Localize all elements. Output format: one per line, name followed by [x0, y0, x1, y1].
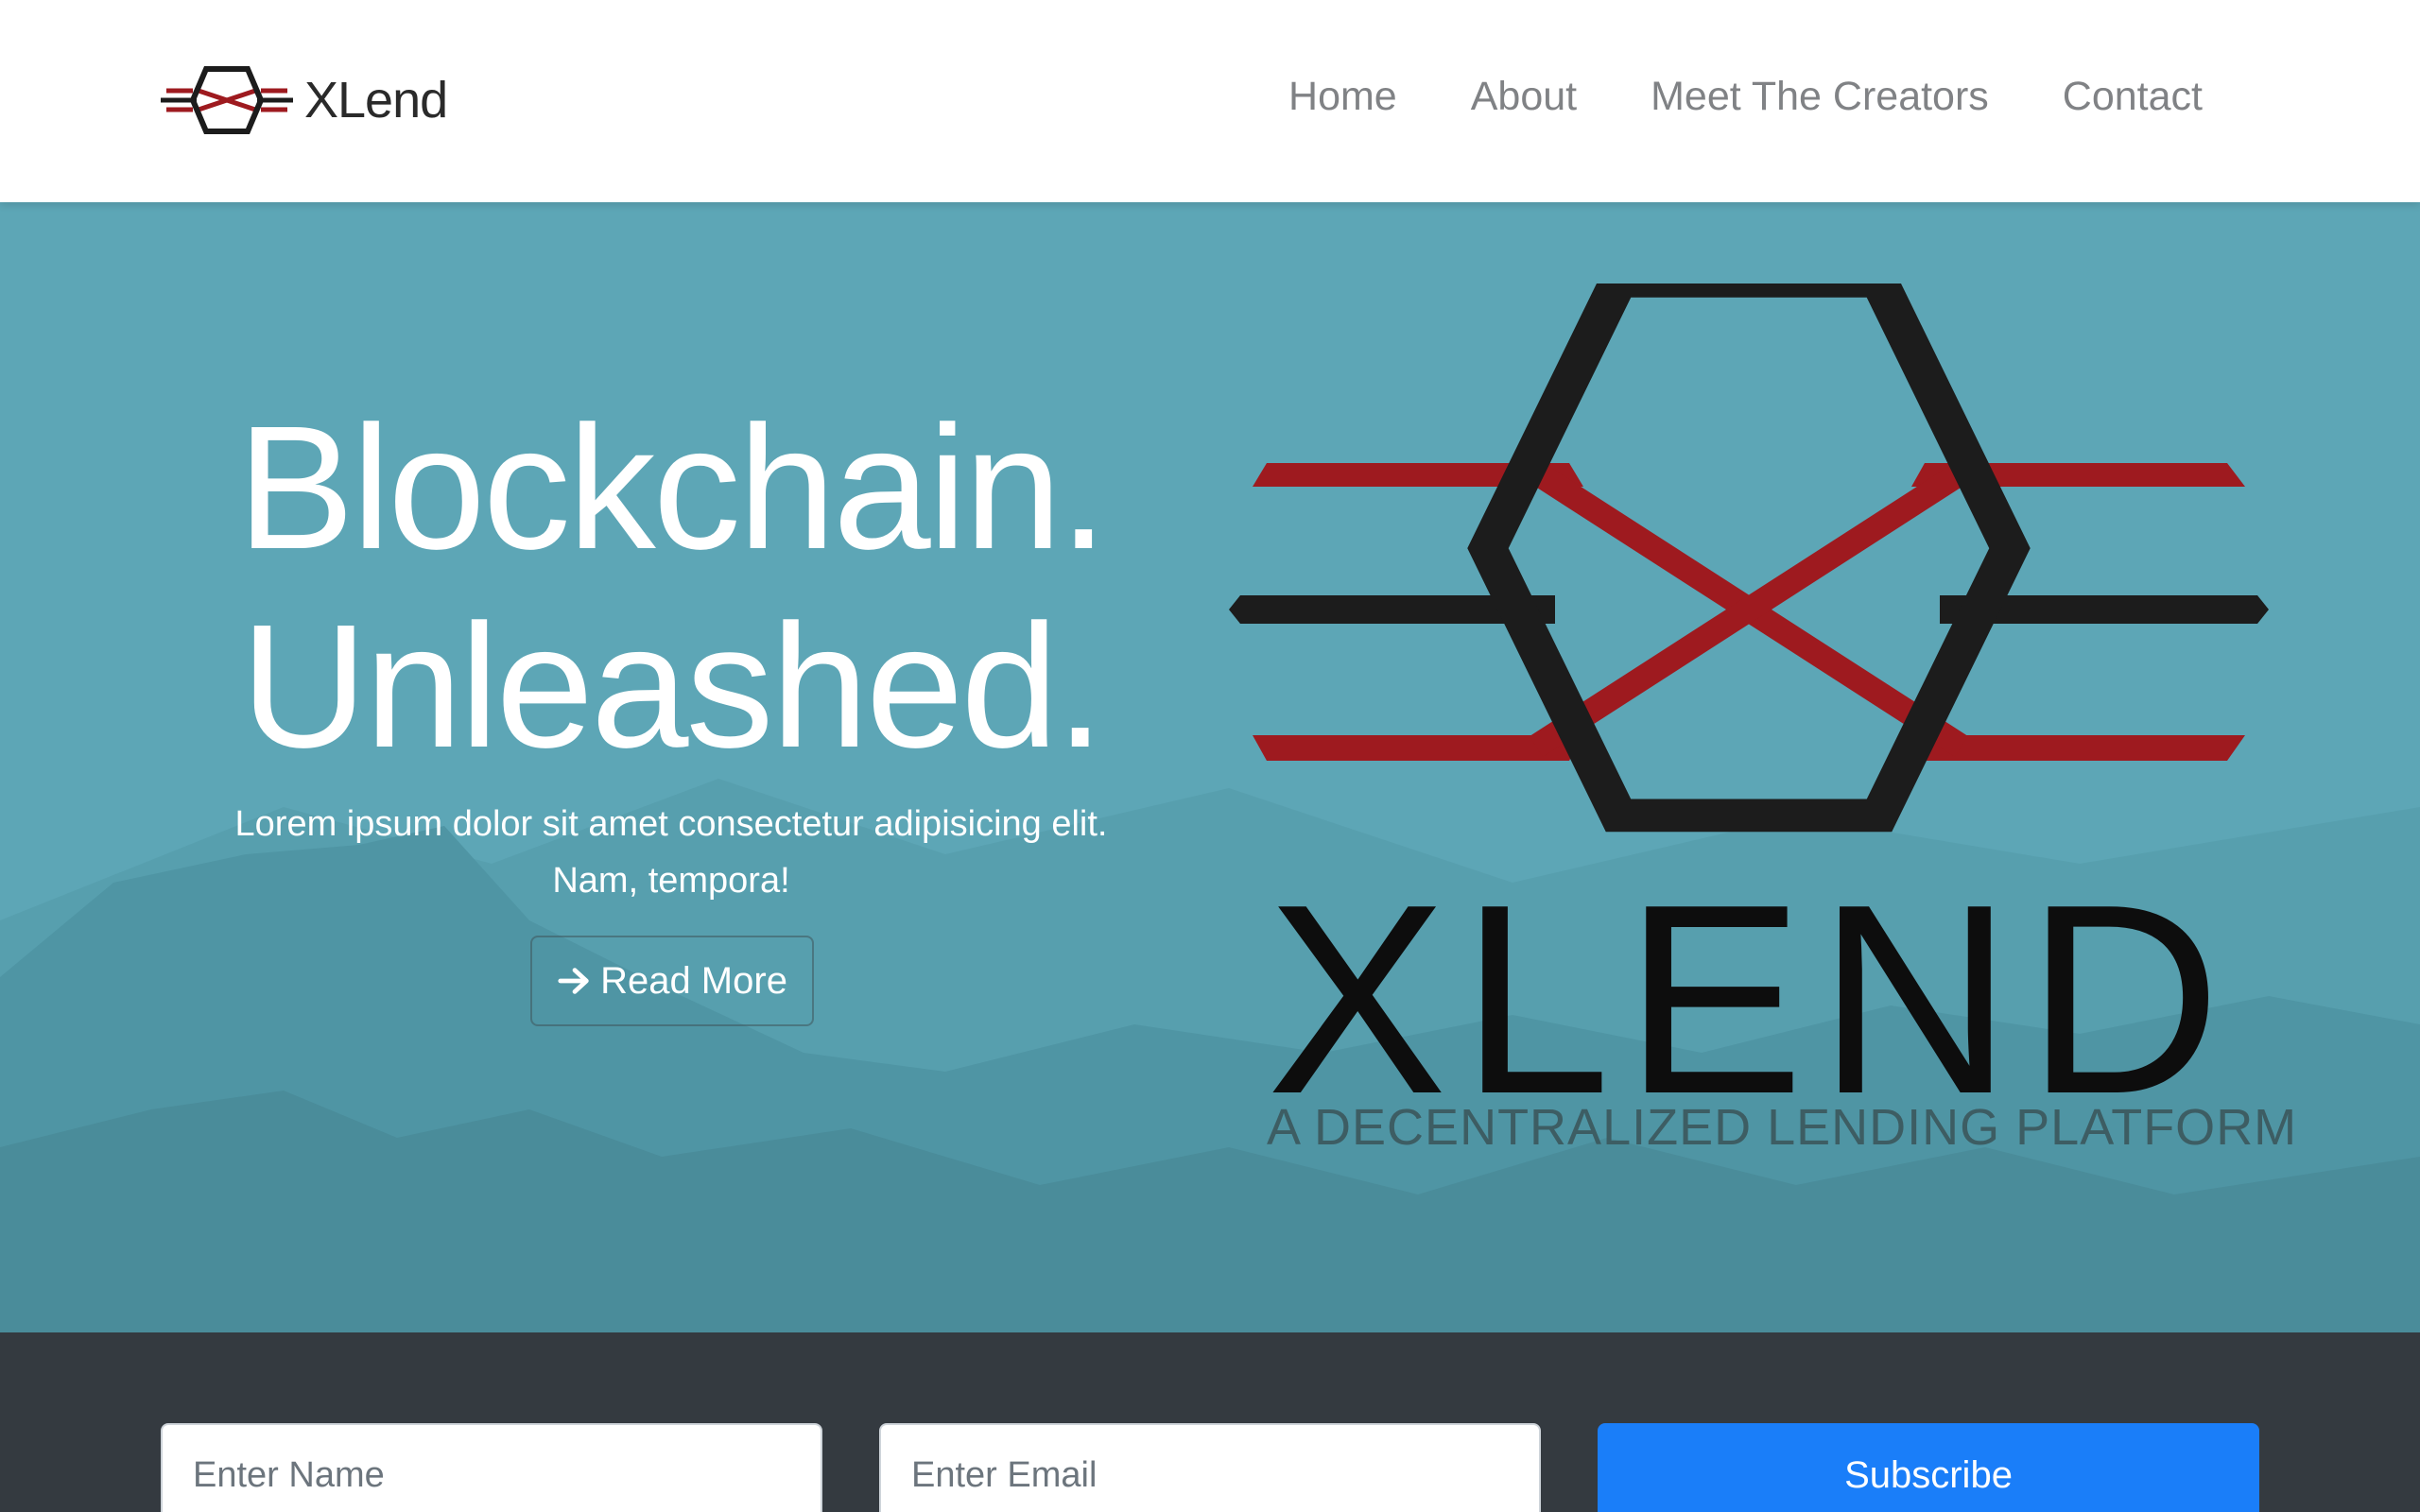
xlend-tagline: A DECENTRALIZED LENDING PLATFORM — [1267, 1099, 2298, 1156]
brand-link[interactable]: XLend — [161, 62, 448, 138]
email-input[interactable] — [879, 1423, 1541, 1512]
hero-section: Blockchain. Unleashed. Lorem ipsum dolor… — [0, 202, 2420, 1332]
hero-copy: Blockchain. Unleashed. Lorem ipsum dolor… — [132, 202, 1210, 1332]
hero-headline-line1: Blockchain. — [236, 390, 1108, 586]
navbar: XLend Home About Meet The Creators Conta… — [0, 0, 2420, 202]
brand-name: XLend — [304, 72, 448, 129]
xlend-logo-wordmark: XLEND — [1267, 848, 2235, 1150]
nav-about[interactable]: About — [1471, 74, 1577, 120]
nav-contact[interactable]: Contact — [2063, 74, 2203, 120]
nav-meet-the-creators[interactable]: Meet The Creators — [1651, 74, 1989, 120]
subscribe-bar: Subscribe — [0, 1332, 2420, 1512]
arrow-right-icon — [558, 968, 589, 994]
read-more-label: Read More — [600, 959, 787, 1002]
main-nav: Home About Meet The Creators Contact — [1288, 74, 2203, 120]
hero-lead-text: Lorem ipsum dolor sit amet consectetur a… — [234, 804, 1108, 901]
name-input[interactable] — [161, 1423, 822, 1512]
subscribe-button[interactable]: Subscribe — [1598, 1423, 2259, 1512]
nav-home[interactable]: Home — [1288, 74, 1397, 120]
hero-headline-line2: Unleashed. — [240, 589, 1105, 784]
read-more-button[interactable]: Read More — [530, 936, 814, 1026]
xlend-large-logo-icon — [1229, 284, 2269, 833]
xlend-hexagon-logo-icon — [161, 66, 293, 134]
